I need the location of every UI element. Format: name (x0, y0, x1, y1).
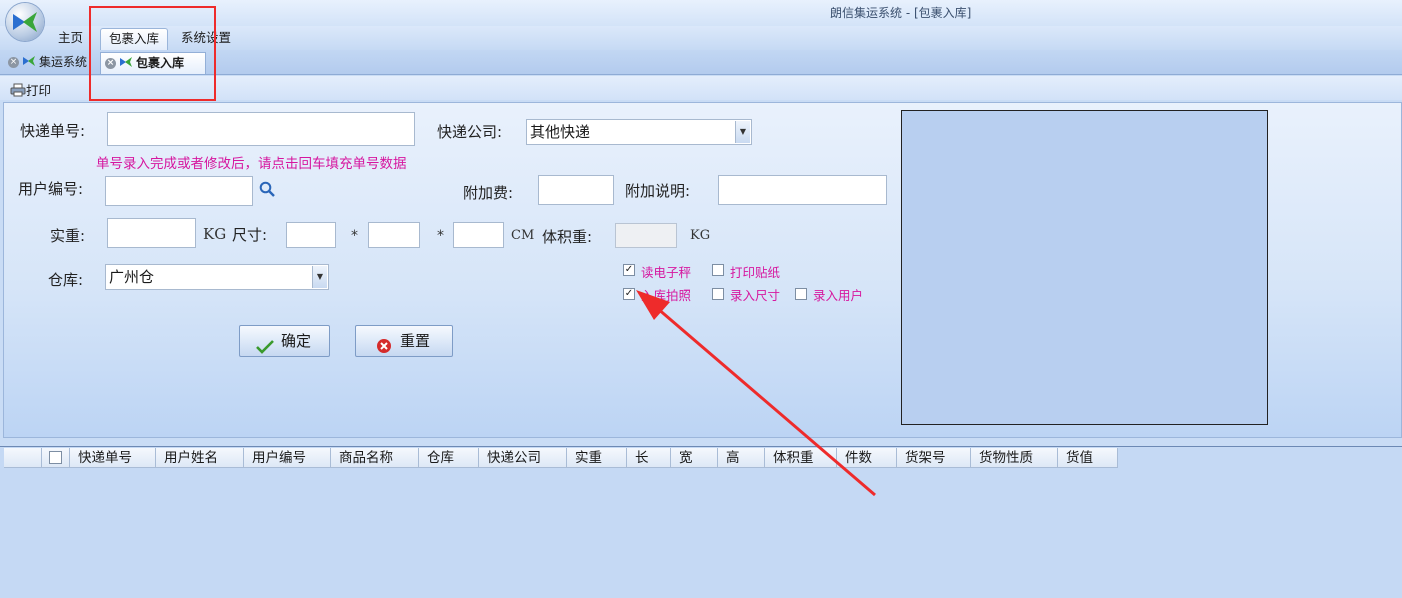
warehouse-select[interactable]: 广州仓 ▼ (105, 264, 329, 290)
weight-unit: KG (203, 225, 227, 243)
warehouse-label: 仓库: (48, 271, 84, 289)
tracking-number-label: 快递单号: (20, 122, 86, 140)
print-sticker-checkbox[interactable] (712, 264, 724, 276)
doc-tab-label: 集运系统 (39, 55, 88, 69)
print-sticker-label: 打印贴纸 (730, 265, 781, 280)
column-header[interactable]: 仓库 (419, 448, 479, 468)
window-title: 朗信集运系统 - [包裹入库] (830, 6, 972, 20)
app-logo-icon (22, 53, 36, 73)
confirm-button[interactable]: 确定 (239, 325, 330, 357)
close-icon[interactable]: × (8, 57, 19, 68)
chevron-down-icon[interactable]: ▼ (312, 266, 327, 288)
reset-label: 重置 (400, 332, 431, 350)
height-input[interactable] (453, 222, 504, 248)
volume-weight-field (615, 223, 677, 248)
times-sign: * (437, 228, 444, 244)
user-id-label: 用户编号: (18, 180, 84, 198)
length-input[interactable] (286, 222, 336, 248)
input-hint: 单号录入完成或者修改后，请点击回车填充单号数据 (96, 156, 407, 172)
column-header[interactable]: 用户姓名 (156, 448, 244, 468)
extra-fee-label: 附加费: (463, 184, 514, 202)
printer-icon (10, 83, 26, 100)
actual-weight-input[interactable] (107, 218, 196, 248)
extra-note-input[interactable] (718, 175, 887, 205)
volume-weight-unit: KG (690, 228, 711, 243)
confirm-label: 确定 (281, 332, 312, 350)
extra-note-label: 附加说明: (625, 182, 691, 200)
actual-weight-label: 实重: (50, 227, 86, 245)
user-id-input[interactable] (105, 176, 253, 206)
app-logo-icon[interactable] (6, 3, 44, 41)
volume-weight-label: 体积重: (542, 228, 593, 246)
cancel-icon (376, 334, 392, 364)
read-scale-checkbox[interactable]: ✓ (623, 264, 635, 276)
photo-preview (901, 110, 1268, 425)
print-button[interactable]: 打印 (10, 80, 51, 100)
warehouse-value: 广州仓 (109, 268, 155, 286)
times-sign: * (351, 228, 358, 244)
extra-fee-input[interactable] (538, 175, 614, 205)
column-header[interactable]: 用户编号 (244, 448, 331, 468)
read-scale-label: 读电子秤 (641, 265, 692, 280)
grid-header: 快递单号 用户姓名 用户编号 商品名称 仓库 快递公司 实重 长 宽 高 体积重… (4, 448, 1118, 468)
select-all-header (42, 448, 70, 468)
column-header[interactable]: 货物性质 (971, 448, 1058, 468)
size-unit: CM (511, 228, 535, 243)
column-header[interactable]: 快递公司 (479, 448, 567, 468)
width-input[interactable] (368, 222, 420, 248)
column-header[interactable]: 商品名称 (331, 448, 419, 468)
print-label: 打印 (26, 83, 52, 98)
chevron-down-icon[interactable]: ▼ (735, 121, 750, 143)
column-header[interactable]: 实重 (567, 448, 627, 468)
column-header[interactable]: 货值 (1058, 448, 1118, 468)
row-indicator-header (4, 448, 42, 468)
annotation-highlight-box (89, 6, 216, 101)
tab-home[interactable]: 主页 (50, 28, 91, 49)
column-header[interactable]: 货架号 (897, 448, 971, 468)
annotation-arrow (636, 290, 876, 497)
courier-label: 快递公司: (437, 123, 503, 141)
checkmark-icon (256, 334, 274, 364)
column-header[interactable]: 快递单号 (70, 448, 156, 468)
reset-button[interactable]: 重置 (355, 325, 453, 357)
doc-tab-system[interactable]: × 集运系统 (4, 52, 96, 73)
tracking-number-input[interactable] (107, 112, 415, 146)
courier-value: 其他快递 (530, 123, 591, 141)
search-icon[interactable] (259, 181, 275, 201)
size-label: 尺寸: (232, 226, 268, 244)
courier-select[interactable]: 其他快递 ▼ (526, 119, 752, 145)
select-all-checkbox[interactable] (49, 451, 62, 464)
